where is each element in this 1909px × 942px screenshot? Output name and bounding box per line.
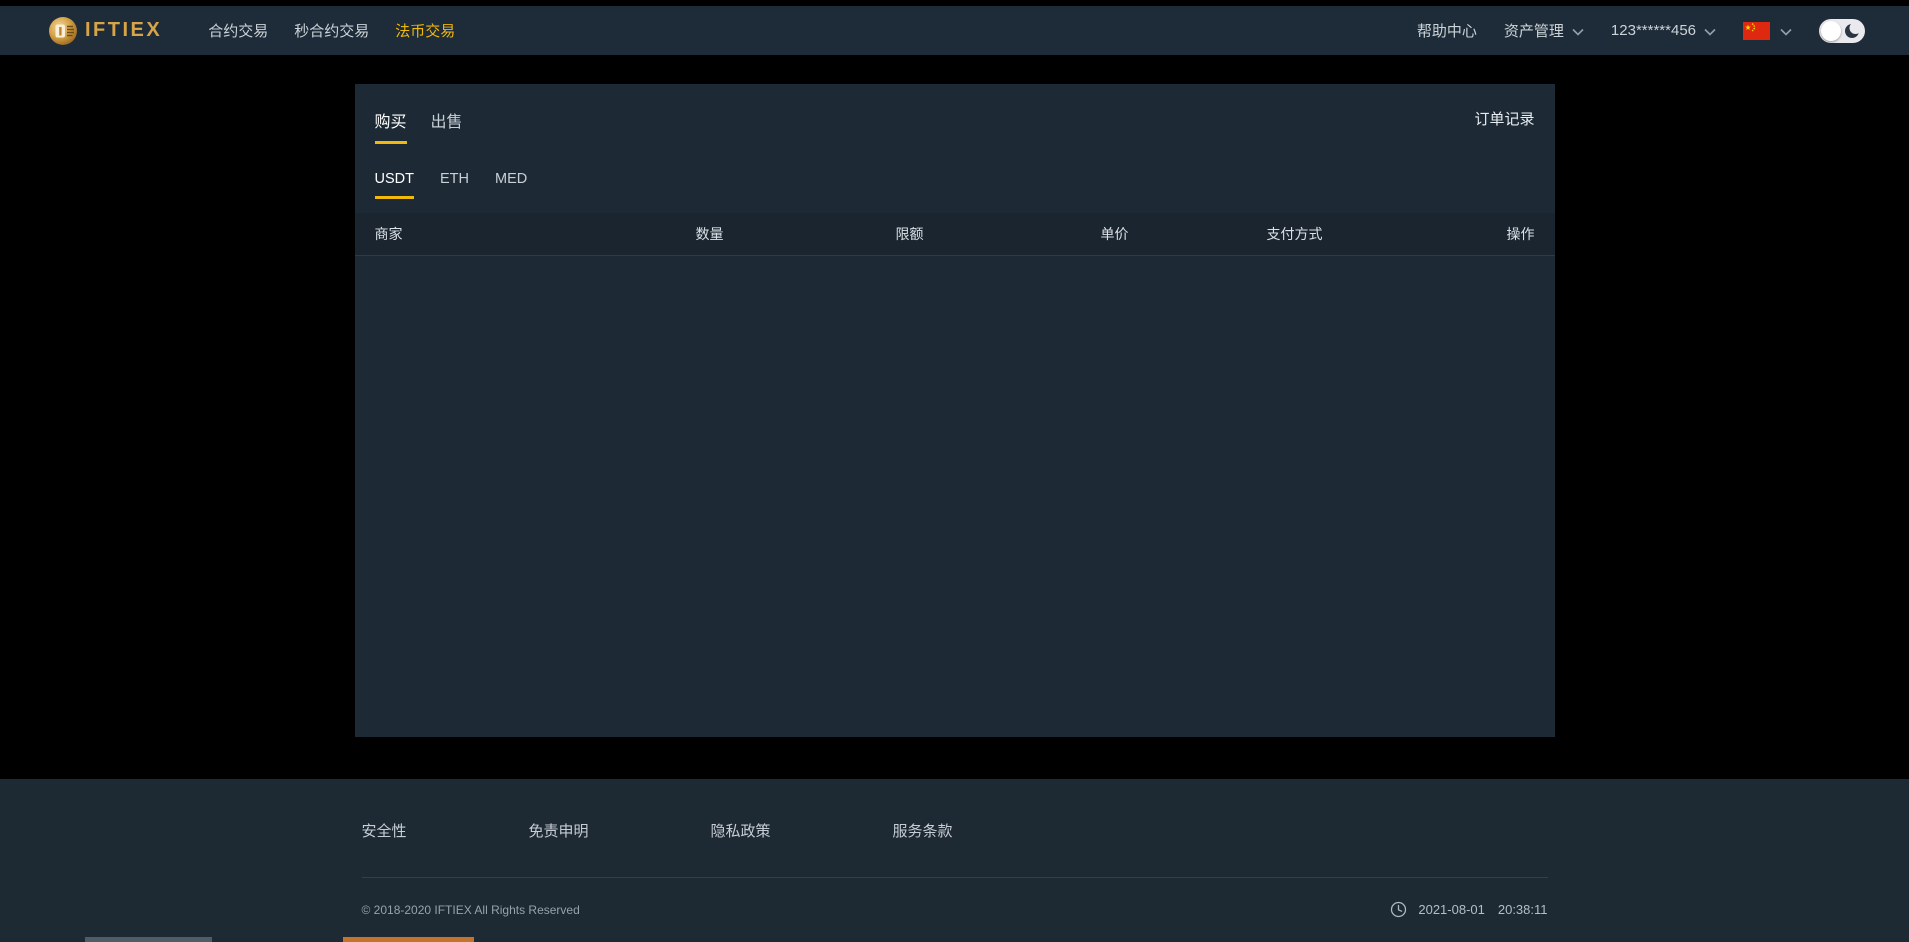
bottom-cutoff-bar-orange (343, 937, 474, 942)
footer-bottom-row: © 2018-2020 IFTIEX All Rights Reserved 2… (362, 901, 1548, 918)
clock-icon (1390, 901, 1407, 918)
nav-item-fiat-trading[interactable]: 法币交易 (395, 20, 455, 41)
asset-management-label: 资产管理 (1504, 20, 1564, 41)
page-footer: 安全性 免责申明 隐私政策 服务条款 © 2018-2020 IFTIEX Al… (0, 779, 1909, 942)
account-label: 123******456 (1611, 22, 1696, 39)
coin-tab-usdt[interactable]: USDT (375, 171, 414, 199)
navbar-right: 帮助中心 资产管理 123******456 (1417, 19, 1865, 43)
china-flag-icon (1743, 22, 1770, 40)
tab-sell[interactable]: 出售 (431, 108, 463, 144)
footer-links: 安全性 免责申明 隐私政策 服务条款 (362, 779, 1548, 841)
footer-link-terms-of-service[interactable]: 服务条款 (893, 820, 953, 841)
primary-nav: 合约交易 秒合约交易 法币交易 (208, 20, 455, 41)
brand-logo[interactable]: IFTIEX (48, 16, 162, 46)
time-text: 20:38:11 (1498, 902, 1548, 917)
nav-item-second-contract-trading[interactable]: 秒合约交易 (294, 20, 369, 41)
chevron-down-icon (1704, 28, 1716, 36)
column-unit-price: 单价 (1025, 224, 1205, 244)
column-limit: 限额 (795, 224, 1025, 244)
help-center-link[interactable]: 帮助中心 (1417, 20, 1477, 41)
date-text: 2021-08-01 (1418, 902, 1485, 917)
footer-link-privacy-policy[interactable]: 隐私政策 (711, 820, 771, 841)
coin-tab-med[interactable]: MED (495, 171, 527, 199)
panel-header: 购买 出售 订单记录 (355, 84, 1555, 144)
order-record-link[interactable]: 订单记录 (1474, 108, 1534, 129)
table-body-empty (355, 256, 1555, 737)
top-navbar: IFTIEX 合约交易 秒合约交易 法币交易 帮助中心 资产管理 123****… (0, 6, 1909, 55)
column-merchant: 商家 (375, 224, 625, 244)
theme-toggle[interactable] (1819, 19, 1865, 43)
column-payment-method: 支付方式 (1205, 224, 1385, 244)
footer-link-disclaimer[interactable]: 免责申明 (529, 820, 589, 841)
buy-sell-tabs: 购买 出售 (375, 108, 463, 144)
language-selector[interactable] (1743, 22, 1792, 40)
coin-tab-eth[interactable]: ETH (440, 171, 469, 199)
asset-management-menu[interactable]: 资产管理 (1504, 20, 1584, 41)
table-header-row: 商家 数量 限额 单价 支付方式 操作 (355, 213, 1555, 256)
chevron-down-icon (1780, 28, 1792, 36)
toggle-knob (1821, 21, 1841, 41)
column-quantity: 数量 (625, 224, 795, 244)
fiat-trade-panel: 购买 出售 订单记录 USDT ETH MED 商家 数量 限额 单价 支付方式… (355, 84, 1555, 737)
nav-item-contract-trading[interactable]: 合约交易 (208, 20, 268, 41)
copyright-text: © 2018-2020 IFTIEX All Rights Reserved (362, 903, 580, 917)
footer-link-security[interactable]: 安全性 (362, 820, 407, 841)
coin-tabs: USDT ETH MED (355, 171, 1555, 199)
account-menu[interactable]: 123******456 (1611, 22, 1716, 39)
tab-buy[interactable]: 购买 (375, 108, 407, 144)
bottom-cutoff-bar-gray (85, 937, 212, 942)
chevron-down-icon (1572, 28, 1584, 36)
footer-divider (362, 877, 1548, 878)
footer-inner: 安全性 免责申明 隐私政策 服务条款 © 2018-2020 IFTIEX Al… (362, 779, 1548, 918)
column-action: 操作 (1385, 224, 1535, 244)
server-time: 2021-08-01 20:38:11 (1390, 901, 1547, 918)
brand-name: IFTIEX (85, 19, 162, 42)
main-content: 购买 出售 订单记录 USDT ETH MED 商家 数量 限额 单价 支付方式… (0, 55, 1909, 779)
moon-icon (1843, 22, 1861, 45)
gold-coin-icon (48, 16, 78, 46)
